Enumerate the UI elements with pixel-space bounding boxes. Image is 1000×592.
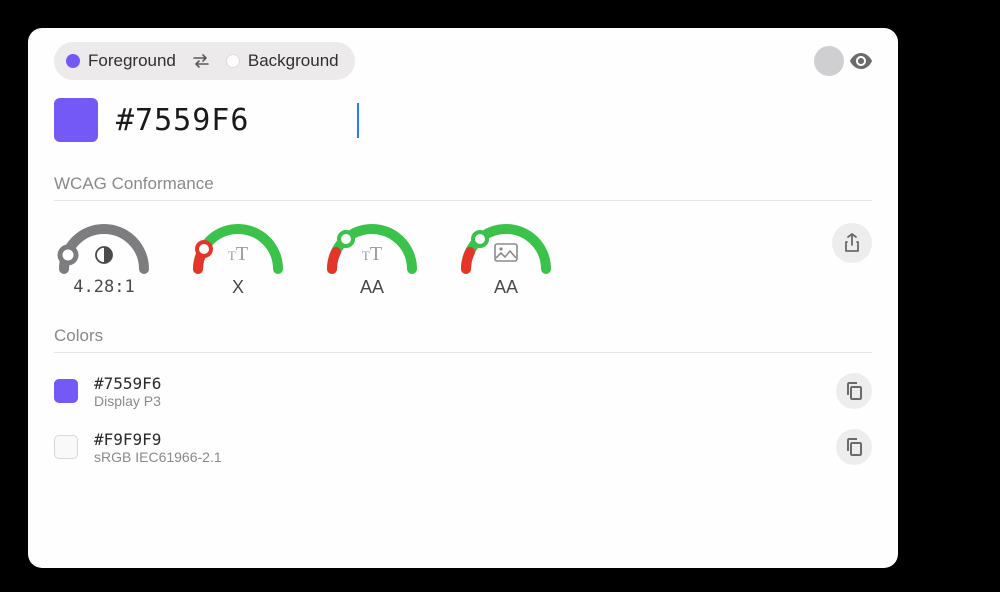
current-color-swatch[interactable] (54, 98, 98, 142)
background-swatch-dot (226, 54, 240, 68)
color-profile: Display P3 (94, 393, 820, 409)
colors-list: #7559F6 Display P3 #F9F9F9 sRGB IEC61966… (28, 353, 898, 475)
eye-icon (850, 53, 872, 69)
wcag-gauges-row: 4.28:1 TT X TT AA (28, 201, 898, 302)
color-input-row (28, 80, 898, 150)
image-icon (494, 243, 518, 262)
fg-bg-segmented-control: Foreground Background (54, 42, 355, 80)
large-text-icon: TT (362, 243, 382, 266)
background-label: Background (248, 51, 339, 71)
copy-icon (846, 382, 862, 400)
copy-button[interactable] (836, 373, 872, 409)
small-text-icon: TT (228, 243, 248, 266)
contrast-ratio-value: 4.28:1 (73, 277, 134, 297)
graphics-gauge: AA (456, 219, 556, 298)
color-text: #7559F6 Display P3 (94, 374, 820, 409)
foreground-tab[interactable]: Foreground (66, 51, 176, 71)
hex-input[interactable] (116, 103, 356, 138)
contrast-icon (94, 245, 114, 265)
share-button[interactable] (832, 223, 872, 263)
swap-icon[interactable] (190, 53, 212, 69)
graphics-level: AA (494, 277, 518, 298)
color-profile: sRGB IEC61966-2.1 (94, 449, 820, 465)
copy-button[interactable] (836, 429, 872, 465)
topbar: Foreground Background (28, 28, 898, 80)
foreground-label: Foreground (88, 51, 176, 71)
color-hex-value: #7559F6 (94, 374, 820, 393)
normal-text-gauge: TT X (188, 219, 288, 298)
color-hex-value: #F9F9F9 (94, 430, 820, 449)
contrast-checker-panel: Foreground Background (28, 28, 898, 568)
color-text: #F9F9F9 sRGB IEC61966-2.1 (94, 430, 820, 465)
wcag-section-title: WCAG Conformance (28, 150, 898, 200)
normal-text-level: X (232, 277, 244, 298)
large-text-gauge: TT AA (322, 219, 422, 298)
contrast-ratio-gauge: 4.28:1 (54, 219, 154, 297)
colors-section-title: Colors (28, 302, 898, 352)
copy-icon (846, 438, 862, 456)
color-row: #7559F6 Display P3 (54, 363, 872, 419)
preview-visibility-toggle[interactable] (814, 46, 872, 76)
share-icon (844, 233, 860, 253)
preview-circle-icon (814, 46, 844, 76)
foreground-swatch-dot (66, 54, 80, 68)
color-swatch[interactable] (54, 435, 78, 459)
color-row: #F9F9F9 sRGB IEC61966-2.1 (54, 419, 872, 475)
large-text-level: AA (360, 277, 384, 298)
color-swatch[interactable] (54, 379, 78, 403)
background-tab[interactable]: Background (226, 51, 339, 71)
